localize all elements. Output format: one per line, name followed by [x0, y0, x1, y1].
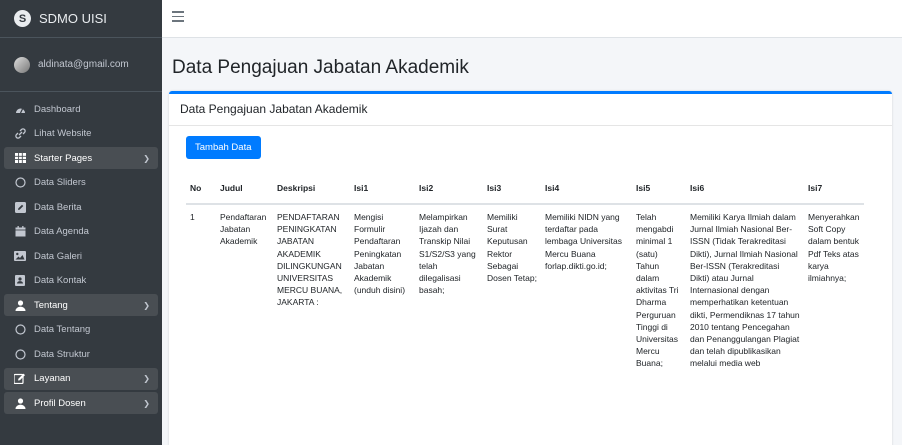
- sidebar-item-tentang[interactable]: Tentang ❯: [4, 294, 158, 316]
- add-data-button[interactable]: Tambah Data: [186, 136, 261, 159]
- calendar-icon: [14, 226, 26, 237]
- column-header[interactable]: Isi4: [541, 172, 632, 205]
- sidebar-item-profil-dosen[interactable]: Profil Dosen ❯: [4, 392, 158, 414]
- table-cell: Memiliki Surat Keputusan Rektor Sebagai …: [483, 203, 541, 376]
- table-cell: Pendaftaran Jabatan Akademik: [216, 203, 273, 376]
- circle-icon: [14, 324, 26, 335]
- chevron-down-icon: ❯: [143, 300, 150, 310]
- brand-name: SDMO UISI: [39, 11, 107, 26]
- column-header[interactable]: Deskripsi: [273, 172, 350, 205]
- chevron-down-icon: ❯: [143, 153, 150, 163]
- circle-icon: [14, 348, 26, 360]
- brand[interactable]: S SDMO UISI: [0, 0, 162, 38]
- data-card: Data Pengajuan Jabatan Akademik Tambah D…: [169, 91, 892, 445]
- brand-logo-icon: S: [14, 10, 31, 27]
- column-header[interactable]: Isi2: [415, 172, 483, 205]
- sidebar-item-lihat-website[interactable]: Lihat Website: [4, 123, 158, 145]
- sidebar-item-label: Data Galeri: [34, 250, 83, 262]
- table-cell: Melampirkan Ijazah dan Transkip Nilai S1…: [415, 203, 483, 376]
- table-cell: Telah mengabdi minimal 1 (satu) Tahun da…: [632, 203, 686, 376]
- sidebar: S SDMO UISI aldinata@gmail.com Dashboard…: [0, 0, 162, 445]
- column-header[interactable]: Isi7: [804, 172, 864, 205]
- pen-icon: [14, 201, 26, 213]
- sidebar-item-label: Data Kontak: [34, 275, 87, 286]
- user-icon: [14, 397, 26, 409]
- sidebar-item-label: Data Agenda: [34, 226, 89, 237]
- dashboard-icon: [14, 104, 26, 114]
- sidebar-item-starter-pages[interactable]: Starter Pages ❯: [4, 147, 158, 169]
- sidebar-item-label: Data Tentang: [34, 324, 91, 335]
- table-row: 1 Pendaftaran Jabatan Akademik PENDAFTAR…: [186, 203, 864, 376]
- table-cell: Memiliki NIDN yang terdaftar pada lembag…: [541, 203, 632, 376]
- sidebar-item-label: Data Berita: [34, 201, 82, 213]
- sidebar-item-label: Tentang: [34, 299, 68, 311]
- table-cell: PENDAFTARAN PENINGKATAN JABATAN AKADEMIK…: [273, 203, 350, 376]
- sidebar-item-label: Starter Pages: [34, 152, 93, 164]
- circle-icon: [14, 177, 26, 188]
- column-header[interactable]: Isi1: [350, 172, 415, 205]
- sidebar-item-data-tentang[interactable]: Data Tentang: [4, 319, 158, 341]
- table-cell: Memiliki Karya Ilmiah dalam Jurnal Ilmia…: [686, 203, 804, 376]
- column-header[interactable]: Judul: [216, 172, 273, 205]
- column-header[interactable]: Isi3: [483, 172, 541, 205]
- sidebar-item-data-struktur[interactable]: Data Struktur: [4, 343, 158, 365]
- table-cell: 1: [186, 203, 216, 376]
- chevron-down-icon: ❯: [143, 398, 150, 408]
- sidebar-item-dashboard[interactable]: Dashboard: [4, 98, 158, 120]
- top-navbar: [162, 0, 902, 38]
- table-cell: Mengisi Formulir Pendaftaran Peningkatan…: [350, 203, 415, 376]
- table-header-row: No Judul Deskripsi Isi1 Isi2 Isi3 Isi4 I…: [186, 172, 864, 205]
- table-cell: Menyerahkan Soft Copy dalam bentuk Pdf T…: [804, 203, 864, 376]
- page-title: Data Pengajuan Jabatan Akademik: [172, 57, 469, 78]
- avatar: [14, 56, 30, 73]
- sidebar-item-layanan[interactable]: Layanan ❯: [4, 367, 158, 390]
- sidebar-item-label: Dashboard: [34, 103, 81, 115]
- sidebar-item-label: Data Sliders: [34, 177, 86, 188]
- image-icon: [14, 251, 26, 261]
- sidebar-item-label: Layanan: [34, 373, 71, 384]
- edit-icon: [14, 373, 26, 384]
- link-icon: [14, 128, 26, 139]
- user-icon: [14, 299, 26, 311]
- sidebar-nav: Dashboard Lihat Website Starter Pages ❯ …: [0, 92, 162, 414]
- sidebar-item-data-sliders[interactable]: Data Sliders: [4, 172, 158, 194]
- sidebar-item-data-berita[interactable]: Data Berita: [4, 196, 158, 218]
- sidebar-item-data-kontak[interactable]: Data Kontak: [4, 270, 158, 292]
- grid-icon: [14, 153, 26, 163]
- data-table: No Judul Deskripsi Isi1 Isi2 Isi3 Isi4 I…: [186, 172, 864, 376]
- card-title: Data Pengajuan Jabatan Akademik: [169, 94, 892, 126]
- sidebar-item-data-agenda[interactable]: Data Agenda: [4, 221, 158, 243]
- user-panel[interactable]: aldinata@gmail.com: [0, 38, 162, 92]
- contact-icon: [14, 275, 26, 286]
- sidebar-item-data-galeri[interactable]: Data Galeri: [4, 245, 158, 267]
- column-header[interactable]: Isi6: [686, 172, 804, 205]
- column-header[interactable]: No: [186, 172, 216, 205]
- column-header[interactable]: Isi5: [632, 172, 686, 205]
- sidebar-item-label: Lihat Website: [34, 128, 92, 139]
- user-email: aldinata@gmail.com: [38, 59, 129, 70]
- sidebar-item-label: Data Struktur: [34, 348, 90, 360]
- menu-toggle-icon[interactable]: [172, 11, 184, 25]
- chevron-down-icon: ❯: [143, 374, 150, 383]
- sidebar-item-label: Profil Dosen: [34, 397, 86, 409]
